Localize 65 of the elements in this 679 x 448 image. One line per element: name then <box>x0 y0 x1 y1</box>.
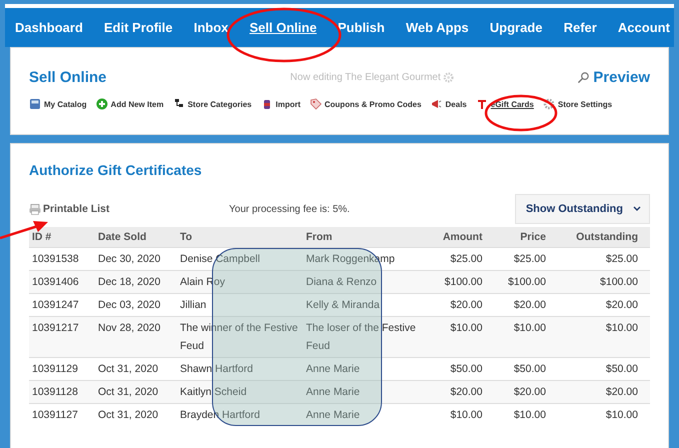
column-header: Amount <box>429 227 494 248</box>
nav-tab[interactable]: Refer <box>564 20 597 35</box>
table-cell: $20.00 <box>558 380 650 404</box>
nav-tab[interactable]: Web Apps <box>406 20 469 35</box>
toolbar-link[interactable]: Deals <box>430 98 467 110</box>
table-cell: Oct 31, 2020 <box>95 404 177 426</box>
table-cell: $10.00 <box>429 316 494 358</box>
plus-icon <box>96 98 108 110</box>
section-title: Authorize Gift Certificates <box>29 162 203 178</box>
tree-icon <box>172 98 185 110</box>
toolbar-link[interactable]: My Catalog <box>29 98 87 110</box>
nav-tab[interactable]: Account <box>618 20 670 35</box>
table-cell: $10.00 <box>494 316 558 358</box>
table-cell: Anne Marie <box>303 404 429 426</box>
column-header: Outstanding <box>558 227 650 248</box>
nav-tab[interactable]: Publish <box>338 20 385 35</box>
nav-tab[interactable]: Edit Profile <box>104 20 173 35</box>
toolbar-link[interactable]: Store Settings <box>542 98 612 110</box>
column-header: Price <box>494 227 558 248</box>
table-cell: Dec 18, 2020 <box>95 270 177 294</box>
toolbar-link[interactable]: Coupons & Promo Codes <box>310 98 422 110</box>
column-header: From <box>303 227 429 248</box>
preview-link[interactable]: Preview <box>577 68 650 86</box>
table-cell: Oct 31, 2020 <box>95 380 177 404</box>
nav-tab[interactable]: Dashboard <box>15 20 83 35</box>
table-cell: 10391406 <box>29 270 95 294</box>
editing-label: Now editing The Elegant Gourmet <box>290 72 441 82</box>
search-icon <box>577 70 590 84</box>
table-cell: Kaitlyn Scheid <box>177 380 303 404</box>
table-cell: $20.00 <box>494 380 558 404</box>
page-title: Sell Online <box>29 68 107 86</box>
table-cell: $10.00 <box>429 404 494 426</box>
column-header: To <box>177 227 303 248</box>
table-cell: 10391127 <box>29 404 95 426</box>
fee-text: Your processing fee is: 5%. <box>229 204 351 214</box>
table-cell: $10.00 <box>558 404 650 426</box>
table-cell: Diana & Renzo <box>303 270 429 294</box>
table-cell: 10391217 <box>29 316 95 358</box>
table-cell: 10391128 <box>29 380 95 404</box>
table-cell: $10.00 <box>558 316 650 358</box>
tag-icon <box>310 98 322 110</box>
table-cell: Anne Marie <box>303 380 429 404</box>
table-cell: $10.00 <box>494 404 558 426</box>
toolbar-link[interactable]: Add New Item <box>96 98 164 110</box>
chevron-down-icon <box>633 206 641 212</box>
table-cell: $100.00 <box>494 270 558 294</box>
nav-tab[interactable]: Upgrade <box>490 20 542 35</box>
printable-list-link[interactable]: Printable List <box>29 203 229 215</box>
column-header: Date Sold <box>95 227 177 248</box>
nav-tab[interactable]: Sell Online <box>249 20 317 35</box>
filter-dropdown[interactable]: Show Outstanding <box>514 194 650 224</box>
column-header: ID # <box>29 227 95 248</box>
megaphone-icon <box>430 98 442 110</box>
gear-icon <box>542 98 555 110</box>
gear-icon <box>442 72 454 82</box>
toolbar-link[interactable]: Import <box>260 98 300 110</box>
table-cell: $100.00 <box>558 270 650 294</box>
toolbar-link[interactable]: Store Categories <box>172 98 252 110</box>
table-cell: $100.00 <box>429 270 494 294</box>
book-icon <box>29 98 41 110</box>
table-cell: The loser of the Festive Feud <box>303 316 429 358</box>
table-cell: Nov 28, 2020 <box>95 316 177 358</box>
printer-icon <box>29 204 41 214</box>
nav-tab[interactable]: Inbox <box>194 20 228 35</box>
table-cell: $20.00 <box>429 380 494 404</box>
